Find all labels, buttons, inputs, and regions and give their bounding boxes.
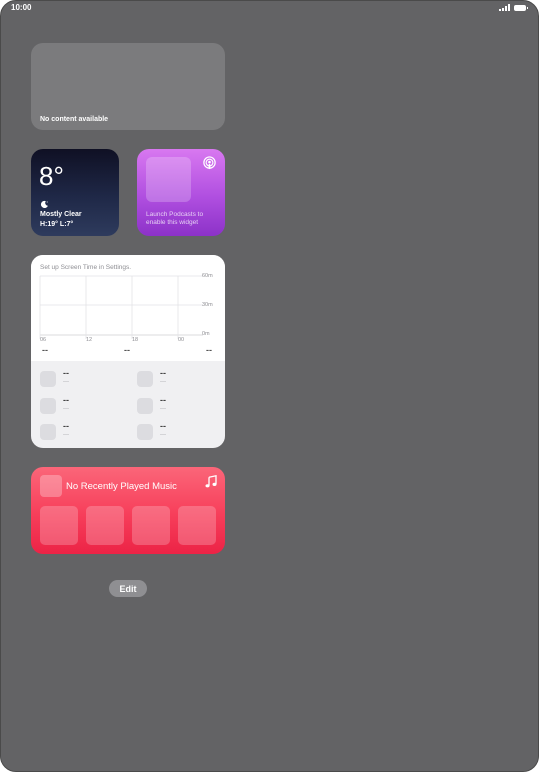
weather-high-low: H:19° L:7° bbox=[40, 221, 74, 228]
x-tick-00: 00 bbox=[178, 337, 185, 343]
app-usage-subtitle: --- bbox=[160, 406, 166, 412]
status-time: 10:00 bbox=[11, 3, 32, 12]
status-indicators bbox=[499, 4, 528, 11]
podcasts-icon bbox=[203, 156, 216, 170]
app-usage-item: -- --- bbox=[40, 369, 100, 389]
album-tile-placeholder[interactable] bbox=[178, 506, 216, 545]
podcasts-launch-message: Launch Podcasts to enable this widget bbox=[146, 211, 204, 226]
app-usage-value: -- bbox=[63, 368, 69, 378]
app-usage-item: -- --- bbox=[137, 422, 197, 442]
app-usage-subtitle: --- bbox=[63, 432, 69, 438]
app-usage-item: -- --- bbox=[40, 396, 100, 416]
album-tile-placeholder[interactable] bbox=[40, 506, 78, 545]
music-status-title: No Recently Played Music bbox=[66, 481, 177, 492]
podcast-artwork-placeholder bbox=[146, 157, 191, 202]
app-icon-placeholder bbox=[137, 398, 153, 414]
app-icon-placeholder bbox=[40, 424, 56, 440]
weather-condition: Mostly Clear bbox=[40, 211, 82, 218]
music-note-icon bbox=[205, 475, 217, 488]
battery-icon bbox=[514, 4, 528, 11]
weather-temperature: 8° bbox=[39, 161, 64, 191]
status-bar: 10:00 bbox=[1, 1, 538, 17]
app-usage-value: -- bbox=[160, 368, 166, 378]
app-usage-item: -- --- bbox=[137, 369, 197, 389]
x-tick-06: 06 bbox=[40, 337, 47, 343]
y-tick-60m: 60m bbox=[202, 273, 213, 279]
app-usage-value: -- bbox=[160, 421, 166, 431]
app-usage-item: -- --- bbox=[40, 422, 100, 442]
app-usage-item: -- --- bbox=[137, 396, 197, 416]
app-icon-placeholder bbox=[40, 371, 56, 387]
summary-value-2: -- bbox=[124, 345, 130, 355]
music-widget[interactable]: No Recently Played Music bbox=[31, 467, 225, 554]
app-icon-placeholder bbox=[137, 371, 153, 387]
app-usage-value: -- bbox=[63, 421, 69, 431]
app-usage-value: -- bbox=[63, 395, 69, 405]
app-usage-subtitle: --- bbox=[160, 379, 166, 385]
app-usage-value: -- bbox=[160, 395, 166, 405]
screen-time-chart-area: Set up Screen Time in Settings. 06 12 18… bbox=[31, 255, 225, 361]
moon-icon bbox=[40, 200, 48, 209]
app-usage-subtitle: --- bbox=[63, 406, 69, 412]
summary-value-1: -- bbox=[42, 345, 48, 355]
x-tick-12: 12 bbox=[86, 337, 93, 343]
x-tick-18: 18 bbox=[132, 337, 139, 343]
cellular-signal-icon bbox=[499, 4, 510, 11]
album-tile-placeholder[interactable] bbox=[86, 506, 124, 545]
album-tile-placeholder[interactable] bbox=[132, 506, 170, 545]
screen-time-widget[interactable]: Set up Screen Time in Settings. 06 12 18… bbox=[31, 255, 225, 448]
app-usage-subtitle: --- bbox=[160, 432, 166, 438]
ipad-today-view: 10:00 No content available 8° Mostly Cle… bbox=[0, 0, 539, 772]
empty-widget[interactable]: No content available bbox=[31, 43, 225, 130]
weather-widget[interactable]: 8° Mostly Clear H:19° L:7° bbox=[31, 149, 119, 236]
y-tick-0m: 0m bbox=[202, 331, 210, 337]
no-content-message: No content available bbox=[40, 116, 109, 123]
app-usage-subtitle: --- bbox=[63, 379, 69, 385]
app-icon-placeholder bbox=[137, 424, 153, 440]
summary-value-3: -- bbox=[206, 345, 212, 355]
podcasts-widget[interactable]: Launch Podcasts to enable this widget bbox=[137, 149, 225, 236]
edit-button[interactable]: Edit bbox=[109, 580, 147, 597]
y-tick-30m: 30m bbox=[202, 302, 213, 308]
app-icon-placeholder bbox=[40, 398, 56, 414]
music-artwork-placeholder bbox=[40, 475, 62, 497]
